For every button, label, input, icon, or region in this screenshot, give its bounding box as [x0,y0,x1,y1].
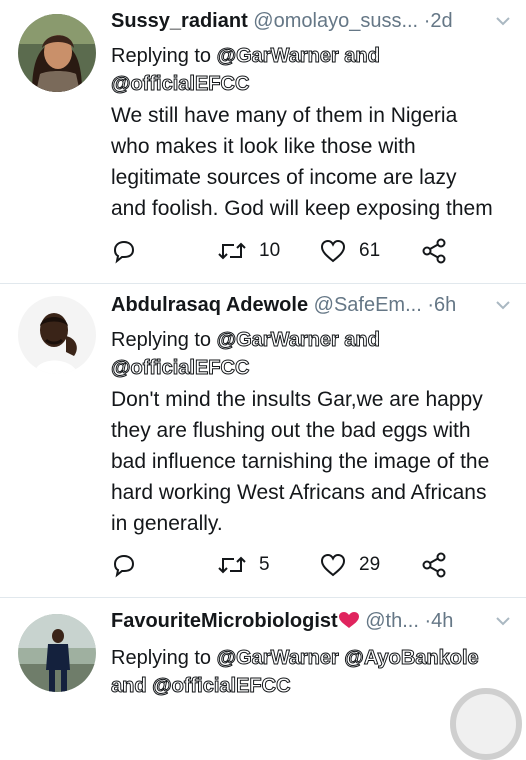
avatar[interactable] [18,296,96,374]
timestamp[interactable]: 4h [431,610,453,632]
tweet-text: Don't mind the insults Gar,we are happy … [111,384,516,539]
share-button[interactable] [421,550,447,580]
tweet-1[interactable]: Sussy_radiant @omolayo_suss... ·2d Reply… [0,0,526,282]
replying-to: Replying to @GarWarner and [111,42,380,70]
replying-to-cont: @officialEFCC [110,354,249,382]
timestamp[interactable]: 6h [434,294,456,316]
user-handle[interactable]: @SafeEm... [314,294,422,316]
display-name[interactable]: Sussy_radiant [111,10,248,32]
retweet-count: 10 [259,240,281,261]
tweet-text-line: who makes it look like those with [111,135,416,158]
mention-link[interactable]: @officialEFCC [110,73,249,96]
replying-prefix: Replying to [111,329,212,351]
heart-icon [320,239,346,263]
replying-to-cont: @officialEFCC [110,70,249,98]
tweet-text-line: Don't mind the insults Gar,we are happy [111,388,483,411]
separator-dot: · [427,294,434,316]
share-icon [422,552,446,578]
reply-icon [113,554,135,578]
tweet-header: FavouriteMicrobiologist @th... ·4h [111,610,514,638]
replying-to: Replying to @GarWarner and [111,326,380,354]
mention-link[interactable]: @officialEFCC [110,357,249,380]
mention-link[interactable]: @GarWarner and [216,45,380,68]
replying-to: Replying to @GarWarner @AyoBankole [111,644,479,672]
chevron-down-icon[interactable] [494,12,512,30]
reply-button[interactable] [111,550,137,580]
display-name[interactable]: Abdulrasaq Adewole [111,294,308,316]
retweet-icon [218,556,246,574]
like-button[interactable]: 29 [319,550,380,580]
replying-prefix: Replying to [111,647,212,669]
mention-link[interactable]: and @officialEFCC [111,675,292,698]
tweet-text-line: in generally. [111,512,223,535]
tweet-3[interactable]: FavouriteMicrobiologist @th... ·4h Reply… [0,598,526,720]
retweet-button[interactable]: 10 [217,236,280,266]
chevron-down-icon[interactable] [494,612,512,630]
display-name[interactable]: FavouriteMicrobiologist [111,610,338,632]
retweet-count: 5 [259,554,270,575]
replying-prefix: Replying to [111,45,212,67]
tweet-text-line: We still have many of them in Nigeria [111,104,458,127]
user-handle[interactable]: @th... [365,610,419,632]
chevron-down-icon[interactable] [494,296,512,314]
avatar[interactable] [18,614,96,692]
avatar[interactable] [18,14,96,92]
retweet-icon [218,242,246,260]
tweet-text: We still have many of them in Nigeria wh… [111,100,516,224]
tweet-text-line: bad influence tarnishing the image of th… [111,450,490,473]
retweet-button[interactable]: 5 [217,550,270,580]
share-button[interactable] [421,236,447,266]
tweet-actions: 5 29 [111,550,511,580]
like-button[interactable]: 61 [319,236,380,266]
reply-icon [113,240,135,264]
pink-heart-emoji [338,612,359,628]
mention-link[interactable]: @GarWarner and [216,329,380,352]
timestamp[interactable]: 2d [430,10,452,32]
like-count: 29 [359,554,381,575]
tweet-header: Abdulrasaq Adewole @SafeEm... ·6h [111,294,514,322]
tweet-actions: 10 61 [111,236,511,266]
replying-to-cont: and @officialEFCC [111,672,292,700]
share-icon [422,238,446,264]
tweet-2[interactable]: Abdulrasaq Adewole @SafeEm... ·6h Replyi… [0,284,526,596]
tweet-text-line: legitimate sources of income are lazy [111,166,457,189]
user-handle[interactable]: @omolayo_suss... [253,10,418,32]
mention-link[interactable]: @GarWarner @AyoBankole [216,647,479,670]
floating-action-button[interactable] [450,688,522,760]
tweet-text-line: and foolish. God will keep exposing them [111,197,493,220]
heart-icon [320,553,346,577]
tweet-text-line: they are flushing out the bad eggs with [111,419,471,442]
like-count: 61 [359,240,381,261]
reply-button[interactable] [111,236,137,266]
tweet-text-line: hard working West Africans and Africans [111,481,487,504]
tweet-header: Sussy_radiant @omolayo_suss... ·2d [111,10,514,38]
